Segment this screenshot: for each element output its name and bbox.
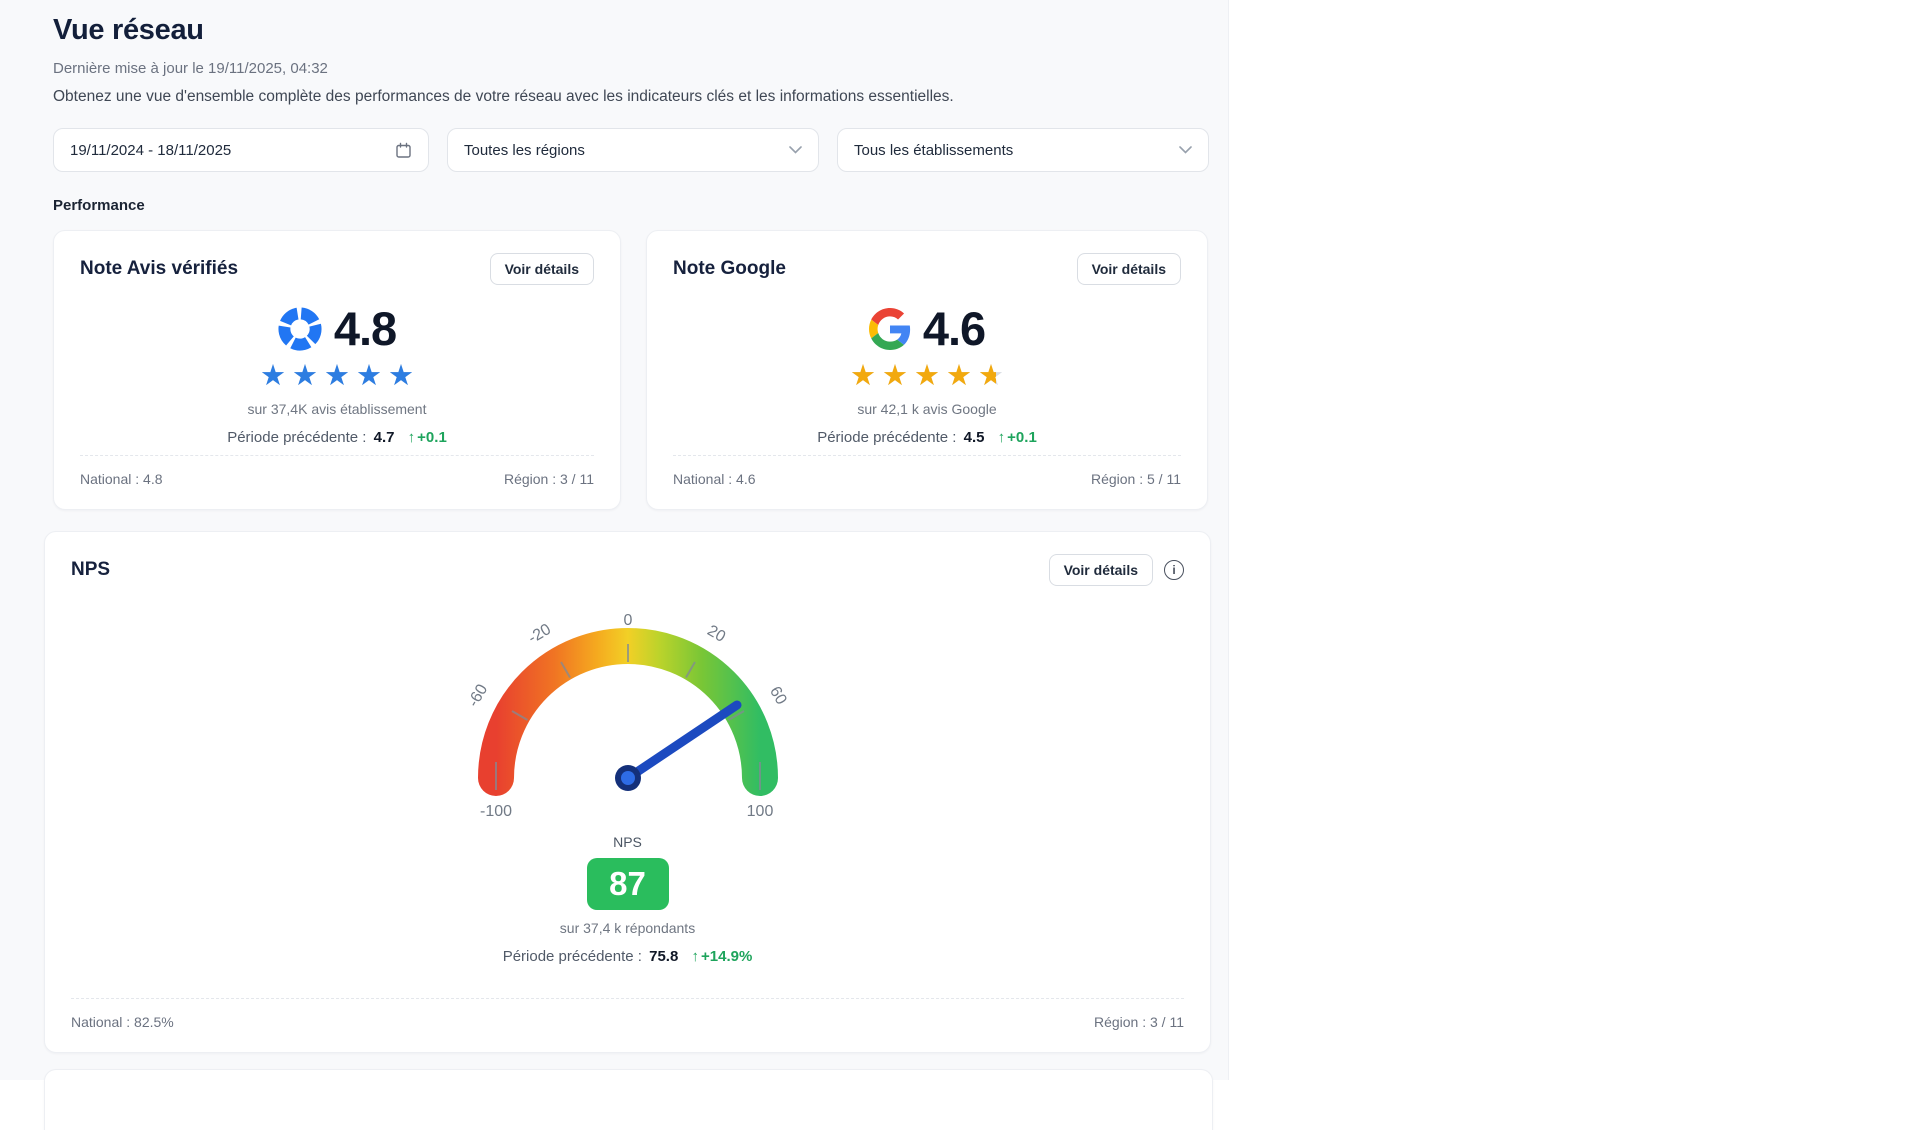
page-title: Vue réseau: [53, 14, 1228, 47]
date-range-picker[interactable]: 19/11/2024 - 18/11/2025: [53, 128, 429, 172]
previous-period-value: 4.5: [964, 429, 985, 446]
arrow-up-icon: ↑: [692, 948, 700, 965]
chevron-down-icon: [789, 146, 802, 154]
calendar-icon: [395, 142, 412, 159]
card-avis-verifies: Note Avis vérifiés Voir détails 4.8 ★★★★…: [53, 230, 621, 510]
card-head: NPS Voir détails i: [71, 554, 1184, 586]
nps-head-actions: Voir détails i: [1049, 554, 1184, 586]
delta-value: +0.1: [417, 429, 447, 446]
previous-period-label: Période précédente :: [817, 429, 956, 446]
star-icon: ★★: [850, 362, 876, 391]
star-icon: ★★: [978, 362, 1004, 391]
reviews-count-note: sur 37,4K avis établissement: [80, 401, 594, 417]
gauge-chart: 0 -20 20 -60 60 -100 100: [458, 612, 798, 824]
region-rank-stat: Région : 3 / 11: [1094, 1014, 1184, 1030]
avis-verifies-logo-icon: [278, 307, 322, 351]
card-footer: National : 82.5% Région : 3 / 11: [71, 998, 1184, 1030]
arrow-up-icon: ↑: [998, 429, 1006, 446]
star-icon: ★★: [882, 362, 908, 391]
rating-value: 4.8: [334, 301, 396, 356]
nps-value-badge: 87: [587, 858, 669, 910]
partial-next-card: [44, 1069, 1213, 1130]
date-range-value: 19/11/2024 - 18/11/2025: [70, 142, 231, 159]
gauge-hub-inner: [621, 771, 635, 785]
google-logo-icon: [869, 308, 911, 350]
reviews-count-note: sur 42,1 k avis Google: [673, 401, 1181, 417]
gauge-tick-0: 0: [623, 612, 632, 629]
page-description: Obtenez une vue d'ensemble complète des …: [53, 88, 1228, 106]
details-button-avis[interactable]: Voir détails: [490, 253, 594, 285]
delta-positive: ↑+0.1: [998, 429, 1037, 446]
previous-period-row: Période précédente : 4.7 ↑+0.1: [80, 429, 594, 446]
filters-bar: 19/11/2024 - 18/11/2025 Toutes les régio…: [53, 128, 1228, 172]
gauge-tick-100: 100: [746, 803, 773, 820]
previous-period-row: Période précédente : 75.8 ↑+14.9%: [71, 948, 1184, 965]
card-title-google: Note Google: [673, 258, 786, 280]
national-stat: National : 82.5%: [71, 1014, 174, 1030]
star-icon: ★★: [946, 362, 972, 391]
card-footer: National : 4.6 Région : 5 / 11: [673, 455, 1181, 487]
previous-period-label: Période précédente :: [503, 948, 642, 965]
gauge-tick-minus100: -100: [479, 803, 511, 820]
gauge-unit-label: NPS: [71, 834, 1184, 850]
rating-value: 4.6: [923, 301, 985, 356]
establishment-select-value: Tous les établissements: [854, 142, 1013, 159]
gauge-tick-minus20: -20: [525, 621, 554, 647]
national-stat: National : 4.8: [80, 471, 163, 487]
main-content: Vue réseau Dernière mise à jour le 19/11…: [0, 0, 1229, 1080]
respondents-note: sur 37,4 k répondants: [71, 920, 1184, 936]
gauge-tick-20: 20: [704, 622, 728, 646]
region-select[interactable]: Toutes les régions: [447, 128, 819, 172]
star-icon: ★★: [324, 362, 350, 391]
card-title-nps: NPS: [71, 559, 110, 581]
previous-period-value: 75.8: [649, 948, 678, 965]
gauge-tick-60: 60: [766, 684, 790, 708]
delta-positive: ↑+0.1: [408, 429, 447, 446]
star-icon: ★★: [292, 362, 318, 391]
nps-gauge: 0 -20 20 -60 60 -100 100: [71, 612, 1184, 824]
details-button-nps[interactable]: Voir détails: [1049, 554, 1153, 586]
card-footer: National : 4.8 Région : 3 / 11: [80, 455, 594, 487]
section-label-performance: Performance: [53, 197, 1228, 214]
previous-period-value: 4.7: [374, 429, 395, 446]
national-stat: National : 4.6: [673, 471, 756, 487]
card-nps: NPS Voir détails i: [44, 531, 1211, 1053]
establishment-select[interactable]: Tous les établissements: [837, 128, 1209, 172]
delta-value: +14.9%: [701, 948, 752, 965]
card-head: Note Avis vérifiés Voir détails: [80, 253, 594, 285]
info-icon[interactable]: i: [1164, 560, 1184, 580]
arrow-up-icon: ↑: [408, 429, 416, 446]
chevron-down-icon: [1179, 146, 1192, 154]
page-header: Vue réseau Dernière mise à jour le 19/11…: [53, 14, 1228, 106]
region-select-value: Toutes les régions: [464, 142, 585, 159]
region-rank-stat: Région : 5 / 11: [1091, 471, 1181, 487]
stars-row-blue: ★★★★★★★★★★: [80, 362, 594, 391]
delta-positive: ↑+14.9%: [692, 948, 753, 965]
rating-row: 4.6: [673, 301, 1181, 356]
star-icon: ★★: [356, 362, 382, 391]
star-icon: ★★: [914, 362, 940, 391]
gauge-tick-minus60: -60: [464, 681, 490, 710]
details-button-google[interactable]: Voir détails: [1077, 253, 1181, 285]
star-icon: ★★: [260, 362, 286, 391]
gauge-needle: [628, 705, 737, 778]
card-title-avis-verifies: Note Avis vérifiés: [80, 258, 238, 280]
last-update-text: Dernière mise à jour le 19/11/2025, 04:3…: [53, 60, 1228, 77]
star-icon: ★★: [388, 362, 414, 391]
delta-value: +0.1: [1007, 429, 1037, 446]
metric-cards-row: Note Avis vérifiés Voir détails 4.8 ★★★★…: [53, 230, 1228, 510]
rating-row: 4.8: [80, 301, 594, 356]
previous-period-label: Période précédente :: [227, 429, 366, 446]
region-rank-stat: Région : 3 / 11: [504, 471, 594, 487]
card-google: Note Google Voir détails 4.6 ★★★★★★★★★★ …: [646, 230, 1208, 510]
card-head: Note Google Voir détails: [673, 253, 1181, 285]
stars-row-gold: ★★★★★★★★★★: [673, 362, 1181, 391]
previous-period-row: Période précédente : 4.5 ↑+0.1: [673, 429, 1181, 446]
